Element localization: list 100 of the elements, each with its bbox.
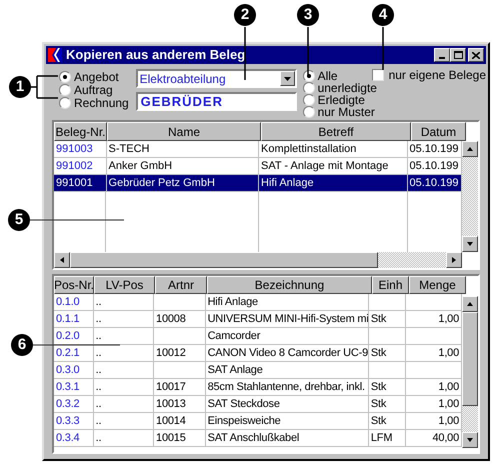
column-header[interactable]: Artnr	[155, 276, 207, 294]
scroll-right-button[interactable]	[446, 252, 462, 268]
table-cell	[368, 362, 406, 379]
callout-number: 5	[8, 209, 30, 231]
table-cell: 0.1.1	[54, 311, 94, 328]
column-header[interactable]: Datum	[411, 122, 466, 141]
search-field[interactable]: GEBRÜDER	[136, 92, 297, 111]
radio-button[interactable]	[302, 82, 315, 94]
column-header[interactable]: Bezeichnung	[207, 276, 372, 294]
table-cell: ..	[94, 294, 154, 311]
window-title: Kopieren aus anderem Beleg	[66, 46, 246, 64]
table-cell: SAT Anschlußkabel	[206, 430, 369, 447]
table-cell	[154, 362, 206, 379]
close-icon	[472, 52, 480, 58]
table-cell: Stk	[368, 413, 406, 430]
close-button[interactable]	[468, 48, 484, 62]
scroll-left-button[interactable]	[54, 252, 70, 268]
table-cell: 0.3.0	[54, 362, 94, 379]
scroll-up-button[interactable]	[462, 141, 478, 157]
table-cell: Hifi Anlage	[259, 175, 408, 192]
maximize-icon	[454, 51, 462, 59]
callout-number: 2	[234, 4, 256, 26]
radio-button[interactable]	[302, 70, 315, 82]
triangle-icon	[466, 146, 474, 152]
radio-label: Auftrag	[74, 84, 113, 96]
table-cell: LFM	[368, 430, 406, 447]
table-cell: SAT Anlage	[206, 362, 369, 379]
scroll-thumb[interactable]	[462, 312, 478, 406]
column-header[interactable]: Beleg-Nr.	[54, 122, 107, 141]
table-cell: 0.3.3	[54, 413, 94, 430]
radio-button[interactable]	[302, 106, 315, 118]
column-header[interactable]: Name	[107, 122, 261, 141]
radio-button[interactable]	[59, 84, 71, 96]
scroll-down-button[interactable]	[462, 236, 478, 252]
column-header[interactable]: Betreff	[261, 122, 411, 141]
table-cell: Komplettinstallation	[259, 141, 408, 158]
table-cell: ..	[94, 379, 154, 396]
table-cell: SAT Steckdose	[206, 396, 369, 413]
radio-button[interactable]	[59, 71, 71, 83]
table-row[interactable]: 991003 S-TECH Komplettinstallation 05.10.199	[54, 141, 462, 158]
scroll-down-button[interactable]	[462, 432, 478, 448]
table-cell: Einspeisweiche	[206, 413, 369, 430]
table-cell: Hifi Anlage	[206, 294, 369, 311]
table-cell: 991001	[54, 175, 107, 192]
table-cell: 0.3.2	[54, 396, 94, 413]
table-cell: 85cm Stahlantenne, drehbar, inkl.	[206, 379, 369, 396]
table-cell: 0.3.4	[54, 430, 94, 447]
table-cell: Stk	[368, 379, 406, 396]
table-cell: 10013	[154, 396, 206, 413]
minimize-button[interactable]	[434, 48, 450, 62]
table-cell: ..	[94, 311, 154, 328]
table-cell: ..	[94, 362, 154, 379]
table-cell: ..	[94, 413, 154, 430]
radio-label: nur Muster	[318, 106, 375, 118]
radio-button[interactable]	[302, 94, 315, 106]
table-cell: 0.3.1	[54, 379, 94, 396]
leader-line	[244, 27, 246, 80]
column-header[interactable]: Menge	[409, 276, 466, 294]
triangle-icon	[451, 256, 457, 264]
radio-label: Alle	[318, 70, 338, 82]
column-header[interactable]: LV-Pos	[94, 276, 155, 294]
table-cell: ..	[94, 396, 154, 413]
app-logo-icon	[48, 48, 62, 62]
table-row[interactable]: 991001 Gebrüder Petz GmbH Hifi Anlage 05.10.199	[54, 175, 462, 192]
vertical-scrollbar[interactable]	[462, 296, 478, 448]
leader-line	[29, 75, 59, 99]
table-cell: 10017	[154, 379, 206, 396]
table-cell: 10015	[154, 430, 206, 447]
minimize-icon	[439, 57, 445, 59]
table-cell: ..	[94, 345, 154, 362]
radio-label: Erledigte	[318, 94, 365, 106]
table-cell: 10008	[154, 311, 206, 328]
table-cell: 10012	[154, 345, 206, 362]
radio-label: Rechnung	[74, 97, 129, 109]
radio-button[interactable]	[59, 97, 71, 109]
callout-number: 3	[297, 4, 319, 26]
horizontal-scrollbar[interactable]	[54, 252, 462, 268]
vertical-scrollbar[interactable]	[462, 141, 478, 252]
radio-label: Angebot	[74, 71, 119, 83]
department-dropdown[interactable]: Elektroabteilung	[136, 69, 297, 88]
column-header[interactable]: Pos-Nr.	[54, 276, 94, 294]
maximize-button[interactable]	[450, 48, 466, 62]
table-cell: ..	[94, 430, 154, 447]
table-cell	[368, 328, 406, 345]
scroll-up-button[interactable]	[462, 296, 478, 312]
table-cell: Gebrüder Petz GmbH	[106, 175, 259, 192]
checkbox[interactable]	[372, 69, 384, 81]
leader-line	[307, 27, 309, 75]
column-header[interactable]: Einh	[372, 276, 409, 294]
table-cell: Stk	[368, 396, 406, 413]
table-cell: Stk	[368, 311, 406, 328]
table-cell: ..	[94, 328, 154, 345]
triangle-icon	[466, 241, 474, 247]
table-cell: 0.1.0	[54, 294, 94, 311]
table-cell: Camcorder	[206, 328, 369, 345]
scroll-thumb[interactable]	[70, 252, 378, 268]
radio-label: unerledigte	[318, 82, 377, 94]
callout-number: 1	[9, 76, 31, 98]
triangle-icon	[466, 301, 474, 307]
dropdown-button[interactable]	[280, 71, 295, 86]
